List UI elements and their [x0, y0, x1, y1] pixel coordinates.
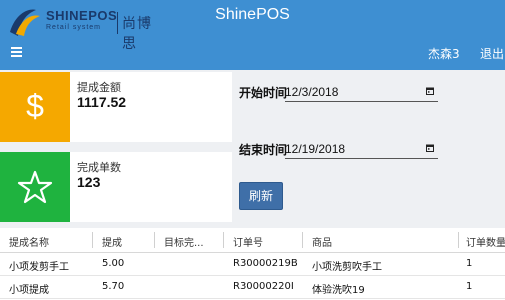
calendar-icon[interactable] — [426, 144, 434, 152]
start-date-label: 开始时间 — [239, 86, 288, 100]
start-date-input[interactable]: 12/3/2018 — [285, 83, 438, 102]
star-icon — [17, 170, 53, 204]
logo-subtitle: Retail system — [46, 24, 102, 31]
dollar-icon-box: $ — [0, 72, 70, 142]
cell-quantity: 1 — [466, 258, 473, 269]
cell-name: 小项发剪手工 — [9, 262, 69, 273]
current-user[interactable]: 杰森3 — [428, 45, 460, 62]
table-header: 提成名称 提成 目标完... 订单号 商品 订单数量 — [0, 228, 505, 253]
dollar-icon: $ — [26, 88, 44, 124]
completed-orders-label: 完成单数 — [77, 161, 121, 174]
star-icon-box — [0, 152, 70, 222]
end-date-input[interactable]: 12/19/2018 — [285, 140, 438, 159]
column-header-commission[interactable]: 提成 — [102, 234, 122, 249]
column-header-order-no[interactable]: 订单号 — [233, 234, 263, 249]
cell-order-no: R30000220I — [233, 281, 294, 292]
column-divider[interactable] — [302, 232, 303, 248]
commission-amount-card: $ 提成金额 1117.52 — [0, 72, 232, 142]
start-date-value: 12/3/2018 — [285, 85, 339, 99]
end-date-value: 12/19/2018 — [285, 142, 346, 156]
column-divider[interactable] — [92, 232, 93, 248]
hamburger-menu-icon[interactable] — [11, 47, 22, 57]
commission-amount-label: 提成金额 — [77, 81, 121, 94]
completed-orders-card: 完成单数 123 — [0, 152, 232, 222]
svg-text:$: $ — [26, 88, 44, 124]
commission-table: 提成名称 提成 目标完... 订单号 商品 订单数量 小项发剪手工 5.00 R… — [0, 228, 505, 300]
completed-orders-value: 123 — [77, 174, 101, 190]
column-header-product[interactable]: 商品 — [312, 234, 332, 249]
column-divider[interactable] — [154, 232, 155, 248]
column-divider[interactable] — [458, 232, 459, 248]
calendar-icon[interactable] — [426, 87, 434, 95]
column-header-target[interactable]: 目标完... — [164, 234, 204, 249]
column-divider[interactable] — [223, 232, 224, 248]
cell-commission: 5.00 — [102, 258, 125, 269]
end-date-label: 结束时间 — [239, 143, 288, 157]
cell-order-no: R30000219B — [233, 258, 298, 269]
column-header-name[interactable]: 提成名称 — [9, 234, 49, 249]
app-header: SHINEPOS Retail system 尚博思 ShinePOS 杰森3 … — [0, 0, 505, 70]
column-header-quantity[interactable]: 订单数量 — [466, 234, 505, 249]
cell-product: 体验洗吹19 — [312, 285, 365, 296]
refresh-button[interactable]: 刷新 — [239, 182, 283, 210]
commission-amount-value: 1117.52 — [77, 94, 127, 110]
app-title: ShinePOS — [215, 6, 290, 23]
cell-quantity: 1 — [466, 281, 473, 292]
table-row[interactable]: 小项发剪手工 5.00 R30000219B 小项洗剪吹手工 1 — [0, 253, 505, 276]
cell-name: 小项提成 — [9, 285, 49, 296]
cell-commission: 5.70 — [102, 281, 125, 292]
logout-button[interactable]: 退出 — [480, 45, 504, 62]
cell-product: 小项洗剪吹手工 — [312, 262, 382, 273]
table-row[interactable]: 小项提成 5.70 R30000220I 体验洗吹19 1 — [0, 276, 505, 299]
